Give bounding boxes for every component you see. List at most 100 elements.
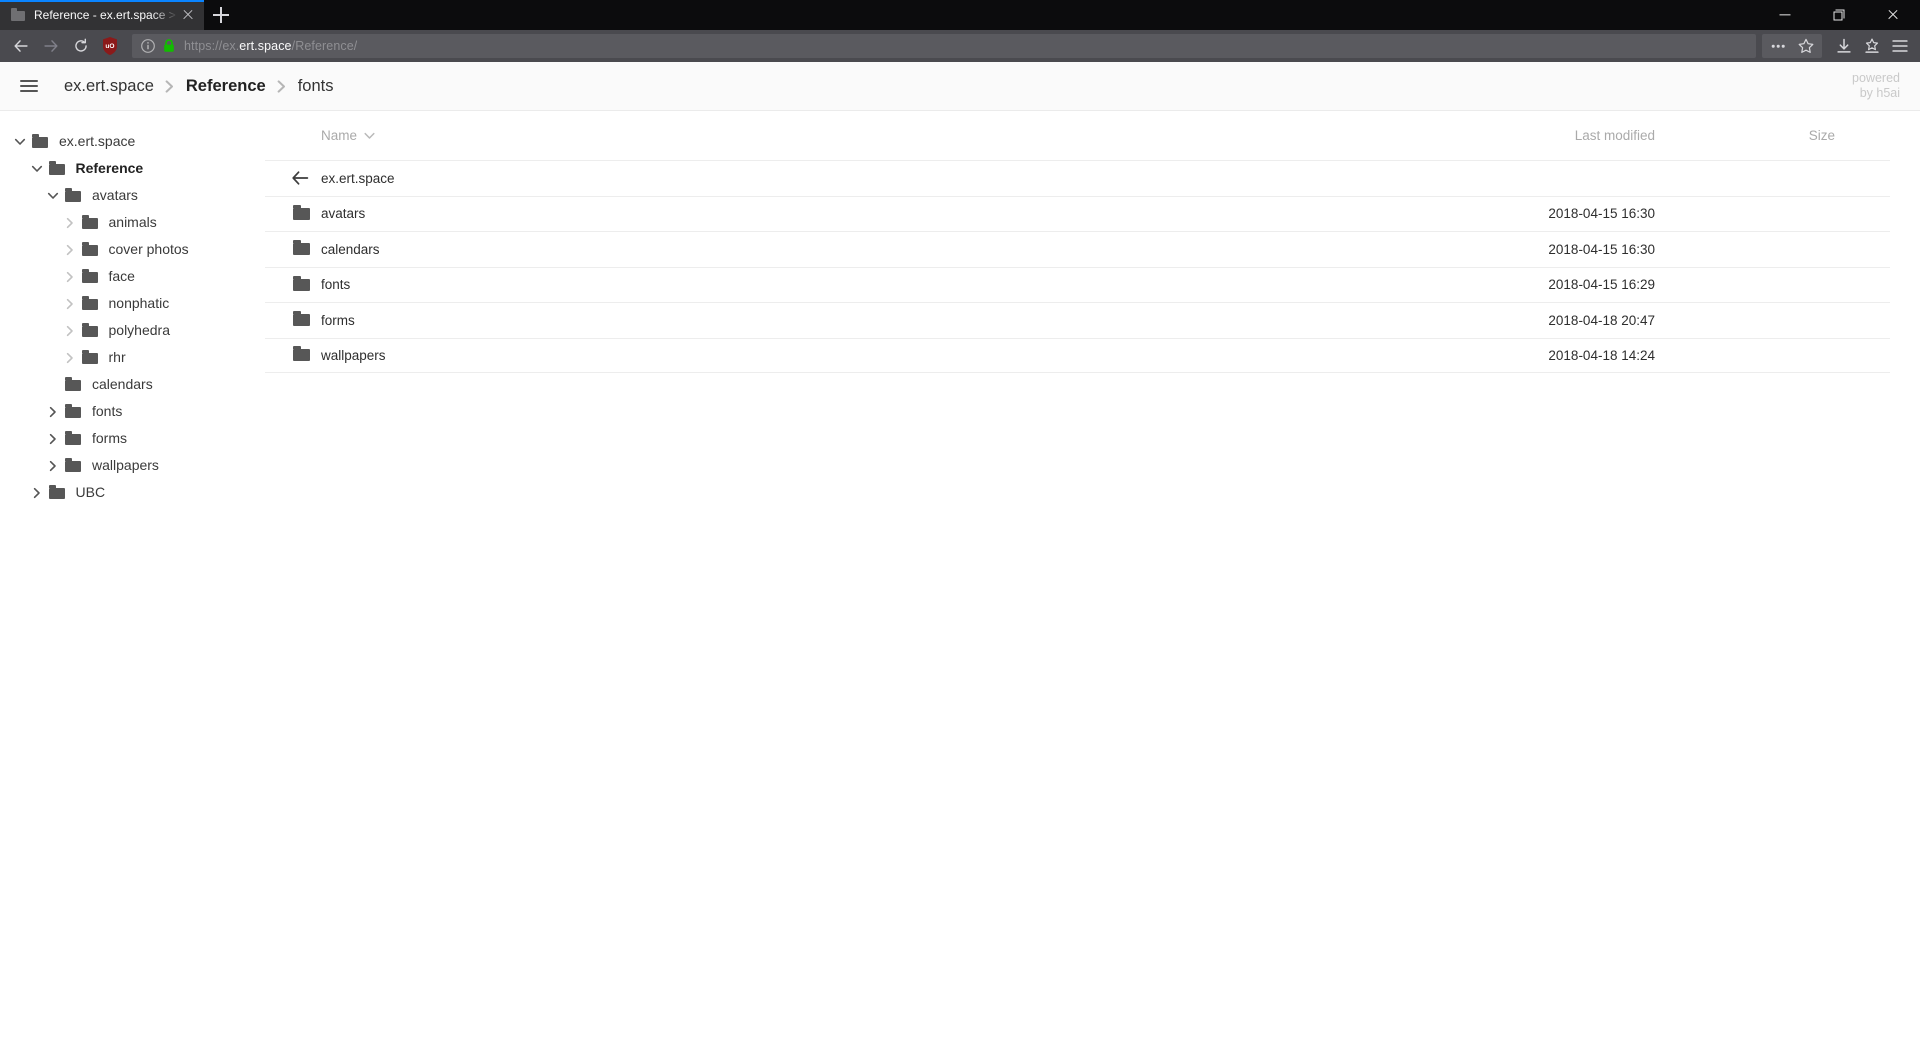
arrow-left-icon xyxy=(287,168,321,188)
folder-icon xyxy=(287,310,321,330)
listing-column-headers: Name Last modified Size xyxy=(265,111,1890,160)
breadcrumb-item-2[interactable]: fonts xyxy=(296,77,336,96)
chevron-right-icon[interactable] xyxy=(43,456,63,476)
folder-icon xyxy=(287,204,321,224)
download-icon[interactable] xyxy=(1830,33,1858,59)
ellipsis-icon[interactable] xyxy=(1764,33,1792,59)
chevron-down-icon[interactable] xyxy=(10,132,30,152)
reload-button[interactable] xyxy=(66,32,96,60)
sidebar-tree-item-label: face xyxy=(108,268,135,284)
sidebar-tree-item-forms[interactable]: forms xyxy=(0,425,265,452)
folder-icon xyxy=(63,429,85,449)
chevron-right-icon[interactable] xyxy=(60,240,80,260)
sidebar-tree-item-label: ex.ert.space xyxy=(59,133,136,149)
table-row[interactable]: wallpapers 2018-04-18 14:24 xyxy=(265,337,1890,373)
reload-icon xyxy=(74,38,89,54)
chevron-right-icon[interactable] xyxy=(43,402,63,422)
row-name-cell[interactable]: calendars xyxy=(265,232,1355,267)
sidebar-tree-item-ex-ert-space[interactable]: ex.ert.space xyxy=(0,128,265,155)
sidebar-tree-item-calendars[interactable]: calendars xyxy=(0,371,265,398)
url-scheme: https://ex. xyxy=(184,39,240,53)
folder-icon xyxy=(80,321,102,341)
sidebar-tree-item-cover-photos[interactable]: cover photos xyxy=(0,236,265,263)
powered-line-2: by h5ai xyxy=(1859,86,1900,100)
ublock-shield-icon[interactable]: uO xyxy=(96,32,124,60)
folder-icon xyxy=(80,348,102,368)
table-row[interactable]: forms 2018-04-18 20:47 xyxy=(265,302,1890,338)
column-header-name-label: Name xyxy=(321,128,358,143)
row-name-cell[interactable]: ex.ert.space xyxy=(265,161,1355,196)
chevron-down-icon[interactable] xyxy=(43,186,63,206)
sidebar-tree-item-reference[interactable]: Reference xyxy=(0,155,265,182)
folder-icon xyxy=(80,267,102,287)
chevron-right-icon[interactable] xyxy=(60,213,80,233)
row-name-cell[interactable]: wallpapers xyxy=(265,338,1355,373)
star-icon[interactable] xyxy=(1792,33,1820,59)
hamburger-menu-icon[interactable] xyxy=(10,67,48,105)
back-button[interactable] xyxy=(6,32,36,60)
folder-icon xyxy=(80,240,102,260)
library-icon[interactable] xyxy=(1858,33,1886,59)
new-tab-button[interactable] xyxy=(204,0,238,30)
sidebar-tree-item-animals[interactable]: animals xyxy=(0,209,265,236)
sidebar-tree-item-fonts[interactable]: fonts xyxy=(0,398,265,425)
column-header-name[interactable]: Name xyxy=(265,128,1355,143)
table-row[interactable]: ex.ert.space xyxy=(265,160,1890,196)
sidebar-tree-item-nonphatic[interactable]: nonphatic xyxy=(0,290,265,317)
url-path: /Reference/ xyxy=(291,39,358,53)
browser-tab-active[interactable]: Reference - ex.ert.space > Refe xyxy=(0,0,204,30)
info-circle-icon[interactable] xyxy=(140,38,156,54)
close-icon[interactable] xyxy=(1866,0,1920,30)
sidebar-tree-item-polyhedra[interactable]: polyhedra xyxy=(0,317,265,344)
chevron-right-icon[interactable] xyxy=(60,294,80,314)
chevron-right-icon[interactable] xyxy=(27,483,47,503)
tab-strip: Reference - ex.ert.space > Refe xyxy=(0,0,1920,30)
sidebar-tree-item-ubc[interactable]: UBC xyxy=(0,479,265,506)
chevron-right-icon[interactable] xyxy=(60,321,80,341)
restore-icon[interactable] xyxy=(1812,0,1866,30)
chevron-right-icon[interactable] xyxy=(60,348,80,368)
close-icon[interactable] xyxy=(178,5,198,25)
chevron-down-icon[interactable] xyxy=(27,159,47,179)
file-listing: Name Last modified Size ex.ert.space avat… xyxy=(265,111,1920,1040)
chevron-right-icon[interactable] xyxy=(60,267,80,287)
folder-icon xyxy=(30,132,52,152)
chevron-right-icon[interactable] xyxy=(43,429,63,449)
row-name-cell[interactable]: avatars xyxy=(265,196,1355,231)
table-row[interactable]: calendars 2018-04-15 16:30 xyxy=(265,231,1890,267)
row-name-cell[interactable]: fonts xyxy=(265,267,1355,302)
table-row[interactable]: avatars 2018-04-15 16:30 xyxy=(265,195,1890,232)
sidebar-tree-item-label: rhr xyxy=(108,349,126,365)
minimize-icon[interactable] xyxy=(1758,0,1812,30)
folder-icon xyxy=(63,186,85,206)
column-header-size[interactable]: Size xyxy=(1655,128,1890,143)
sidebar-tree-item-label: calendars xyxy=(92,376,153,392)
forward-button[interactable] xyxy=(36,32,66,60)
sidebar-tree-item-label: UBC xyxy=(75,484,106,500)
row-name-cell[interactable]: forms xyxy=(265,303,1355,338)
sidebar-tree-item-rhr[interactable]: rhr xyxy=(0,344,265,371)
sidebar-tree-item-label: animals xyxy=(108,214,157,230)
folder-icon xyxy=(47,483,69,503)
breadcrumb-item-0[interactable]: ex.ert.space xyxy=(62,77,156,96)
page-content: ex.ert.space Reference fonts powered by … xyxy=(0,62,1920,1040)
folder-icon xyxy=(63,375,85,395)
hamburger-menu-icon[interactable] xyxy=(1886,33,1914,59)
sidebar-tree-item-label: avatars xyxy=(92,187,138,203)
sidebar-tree-item-wallpapers[interactable]: wallpapers xyxy=(0,452,265,479)
folder-icon xyxy=(287,345,321,365)
folder-icon xyxy=(63,402,85,422)
chevron-right-icon xyxy=(156,79,184,94)
row-last-modified: 2018-04-15 16:30 xyxy=(1548,206,1655,222)
column-header-last-modified[interactable]: Last modified xyxy=(1355,128,1655,143)
url-bar[interactable]: https://ex.ert.space/Reference/ xyxy=(132,34,1756,58)
powered-line-1: powered xyxy=(1852,71,1900,85)
sidebar-tree-item-avatars[interactable]: avatars xyxy=(0,182,265,209)
breadcrumb-item-1[interactable]: Reference xyxy=(184,77,268,96)
padlock-icon[interactable] xyxy=(162,38,176,54)
sidebar-tree-item-face[interactable]: face xyxy=(0,263,265,290)
folder-icon xyxy=(287,239,321,259)
table-row[interactable]: fonts 2018-04-15 16:29 xyxy=(265,266,1890,303)
row-name-label: wallpapers xyxy=(321,347,386,363)
